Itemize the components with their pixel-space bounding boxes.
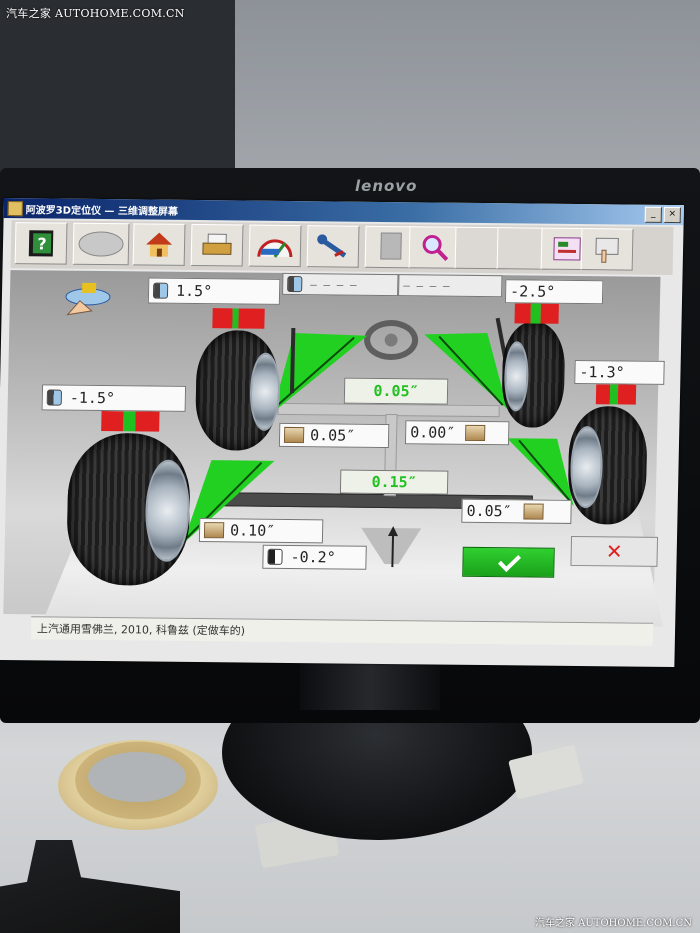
front-right-camber-value: -2.5° [509,282,556,301]
check-icon [498,554,521,573]
rear-left-camber-readout: -1.5° [41,384,187,412]
close-button[interactable]: × [663,206,681,224]
front-total-toe-readout: 0.05″ [343,377,449,405]
watermark-bottom: 汽车之家 AUTOHOME.COM.CN [534,918,692,929]
toolbar: ? [10,220,674,276]
report-icon [553,237,581,261]
cross-icon: ✕ [605,539,623,564]
wheel-indicator-icon [287,275,303,293]
magnifier-icon [422,234,449,262]
wrench-button[interactable] [306,225,360,268]
front-right-toe-readout: 0.00″ [404,420,510,446]
car-indicator-icon [465,424,486,442]
car-indicator-icon [523,503,544,520]
thrust-angle-value: -0.2° [290,548,336,567]
front-left-camber-needle [289,328,296,394]
rear-left-toe-value: 0.10″ [229,521,276,540]
rear-right-toe-readout: 0.05″ [461,498,572,524]
gauge-icon [257,239,293,258]
front-right-dim-readout: — — — — [398,274,503,298]
rear-total-toe-value: 0.15″ [371,472,417,492]
front-left-camber-readout: 1.5° [147,277,281,305]
rear-right-camber-value: -1.3° [579,363,625,382]
help-button[interactable]: ? [14,222,68,265]
rear-right-toe-value: 0.05″ [466,501,512,521]
watermark-top: 汽车之家 AUTOHOME.COM.CN [6,7,185,20]
disc-button[interactable] [72,222,130,266]
monitor-brand-logo: lenovo [355,177,418,195]
sheet-icon [380,232,402,260]
rear-left-camber-value: -1.5° [69,388,116,408]
wheel-indicator-icon [152,282,169,299]
help-book-icon: ? [28,230,54,257]
vehicle-info: 上汽通用雪佛兰, 2010, 科鲁兹 (定做车的) [36,622,246,638]
front-left-toe-value: 0.05″ [309,426,356,445]
alignment-3d-view: 1.5° — — — — — — — — -2.5° -1.5° -1.3° 0… [3,270,660,621]
front-right-toe-value: 0.00″ [409,423,456,442]
front-right-dim-value: — — — — [403,278,450,293]
gauge-button[interactable] [248,224,302,268]
zoom-button[interactable] [408,226,462,269]
thrust-angle-readout: -0.2° [262,544,367,570]
thrust-indicator-icon [267,548,283,565]
hand-button[interactable] [580,228,634,271]
hand-pointer-icon [595,237,619,263]
home-icon [146,232,173,257]
front-left-camber-value: 1.5° [175,281,213,301]
wheel-indicator-icon [46,389,62,406]
vehicle-selector-icon[interactable] [58,277,119,318]
ok-button[interactable] [462,546,555,578]
app-icon [7,201,23,217]
front-left-toe-readout: 0.05″ [278,422,390,449]
front-right-camber-bar [514,303,559,324]
rear-right-camber-readout: -1.3° [574,359,665,385]
monitor-stand-neck [300,660,440,710]
front-right-camber-readout: -2.5° [504,279,604,305]
rear-left-camber-bar [101,411,160,432]
home-button[interactable] [132,223,186,266]
cancel-button[interactable]: ✕ [570,535,659,567]
front-left-dim-readout: — — — — [282,272,399,297]
rear-total-toe-readout: 0.15″ [339,469,449,495]
background-wall-bright [235,0,700,190]
background-monitor-rear [0,0,235,175]
alignment-app-window: 阿波罗3D定位仪 — 三维调整屏幕 _ × ? 1.5° — — — — — —… [0,198,685,668]
window-title: 阿波罗3D定位仪 — 三维调整屏幕 [25,205,179,218]
front-total-toe-value: 0.05″ [373,381,419,401]
disc-icon [78,231,124,257]
front-left-camber-bar [212,308,265,329]
print-button[interactable] [190,223,244,267]
rear-right-camber-bar [595,384,637,405]
printer-icon [202,233,232,255]
svg-text:?: ? [37,234,47,253]
thrust-arrow-icon [391,532,395,568]
front-left-dim-value: — — — — [310,277,357,292]
tape-roll-hole [88,752,186,802]
wrench-icon [317,234,347,258]
minimize-button[interactable]: _ [644,206,662,223]
rear-left-toe-readout: 0.10″ [198,518,324,544]
car-indicator-icon [283,426,305,444]
car-indicator-icon [203,522,225,539]
